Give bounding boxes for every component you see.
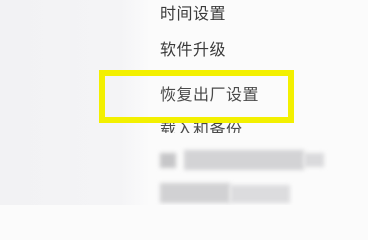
blurred-text (304, 153, 324, 167)
blurred-icon (160, 153, 176, 168)
menu-item-time-settings[interactable]: 时间设置 (160, 4, 226, 24)
menu-item-load-and-backup[interactable]: 载入和备份 (160, 121, 243, 133)
blurred-menu-item-2 (160, 183, 230, 203)
menu-item-factory-reset[interactable]: 恢复出厂设置 (160, 85, 259, 105)
settings-menu-screen: 时间设置 软件升级 恢复出厂设置 载入和备份 (0, 0, 368, 205)
blurred-text-2 (230, 185, 290, 203)
menu-item-software-upgrade[interactable]: 软件升级 (160, 40, 226, 60)
blurred-menu-item (184, 150, 304, 170)
